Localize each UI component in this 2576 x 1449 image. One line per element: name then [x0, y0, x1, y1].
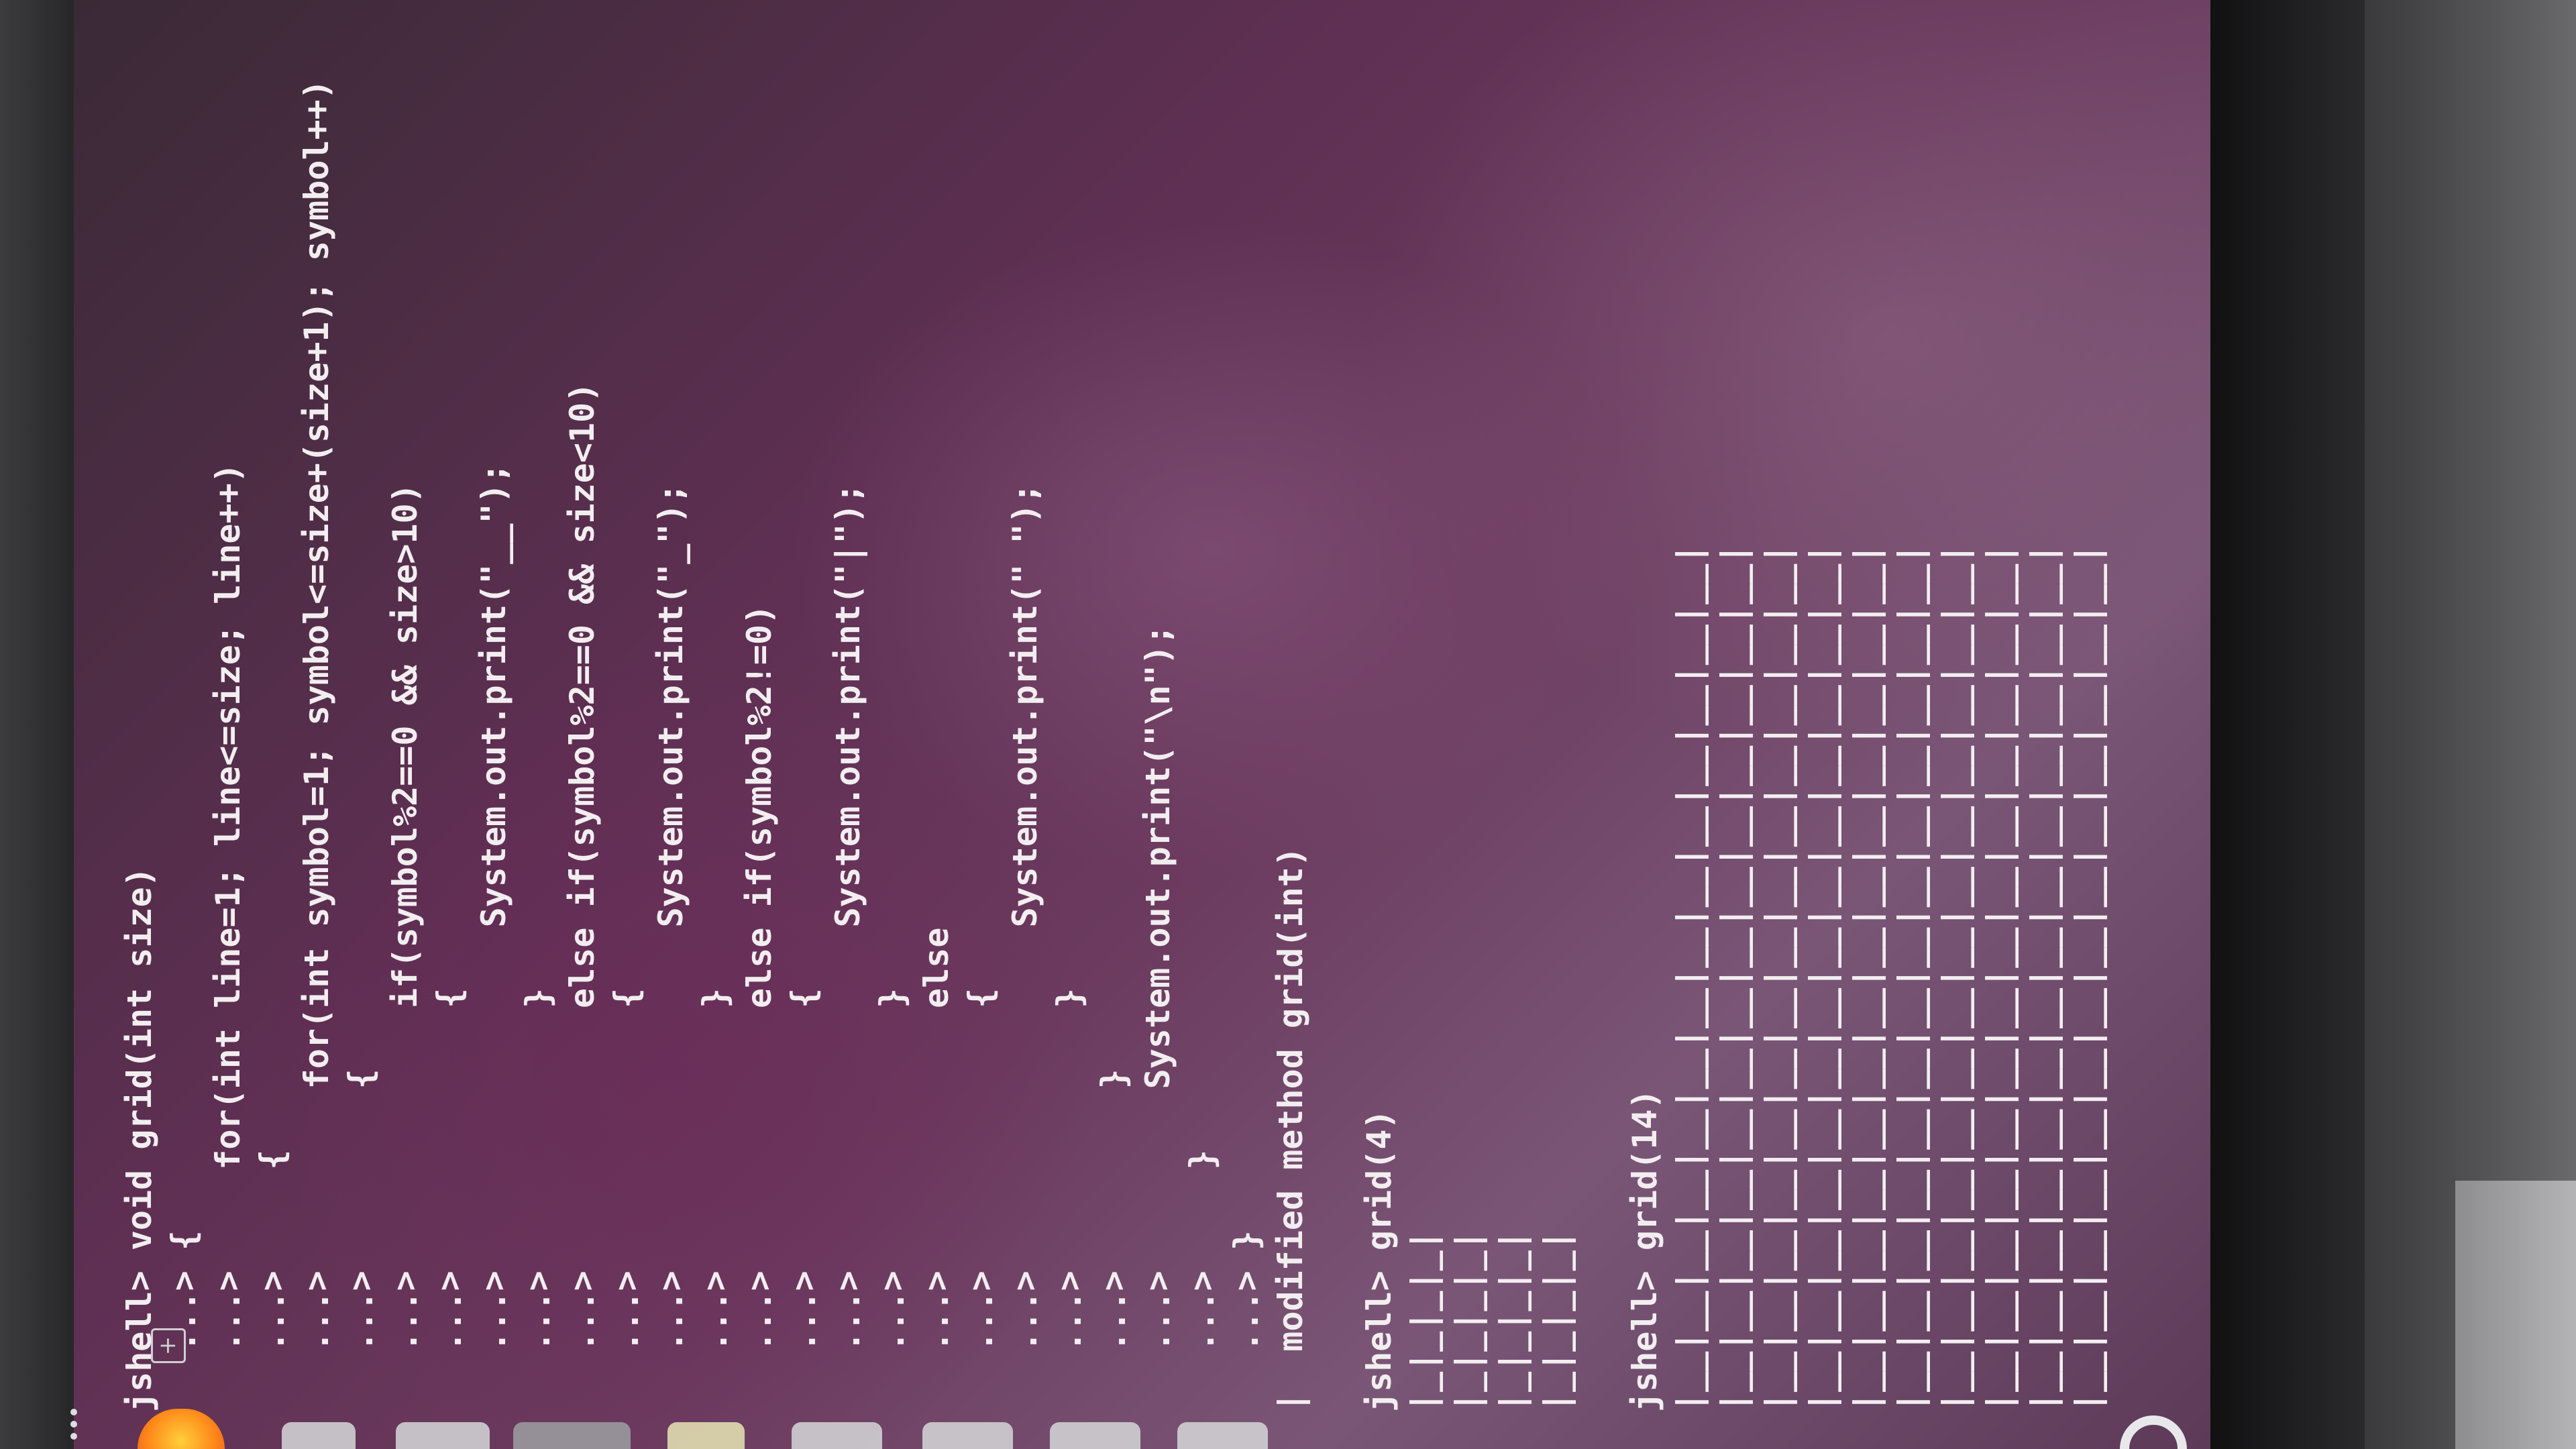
terminal-line: ...> {	[253, 1149, 292, 1412]
terminal-line: ...> System.out.print("|");	[828, 483, 867, 1412]
terminal-line: |__|__|__|__|__|__|__|__|__|__|__|__|__|…	[2068, 543, 2107, 1412]
dock-item[interactable]	[922, 1422, 1013, 1449]
terminal-output[interactable]: jshell> void grid(int size) ...> { ...> …	[117, 30, 2184, 1412]
terminal-line: |__|__|__|__|__|__|__|__|__|__|__|__|__|…	[1935, 543, 1974, 1412]
terminal-line: ...> System.out.print("__");	[474, 463, 513, 1412]
dock-item[interactable]	[1050, 1422, 1140, 1449]
dock-item[interactable]	[667, 1422, 745, 1449]
terminal-line: ...> else	[917, 927, 956, 1412]
dock-item[interactable]	[282, 1422, 356, 1449]
terminal-line: ...> }	[696, 987, 735, 1412]
terminal-line: ...> }	[1050, 987, 1089, 1412]
terminal-line: ...> }	[519, 987, 557, 1412]
terminal-line: |__|__|__|__|__|__|__|__|__|__|__|__|__|…	[1670, 543, 1709, 1412]
terminal-line: ...> System.out.print(" ");	[1006, 483, 1044, 1412]
dock-item[interactable]	[1177, 1422, 1268, 1449]
terminal-line: |_|_|_|_|	[1493, 1230, 1532, 1412]
terminal-line: |__|__|__|__|__|__|__|__|__|__|__|__|__|…	[1714, 543, 1753, 1412]
background-object	[2455, 1181, 2576, 1449]
dock-apps-grid-icon[interactable]	[70, 1409, 80, 1449]
terminal-line: |__|__|__|__|__|__|__|__|__|__|__|__|__|…	[1980, 543, 2019, 1412]
terminal-line: ...> {	[164, 1230, 203, 1412]
terminal-line: ...> }	[1227, 1230, 1266, 1412]
terminal-line: ...> System.out.print("_");	[651, 483, 690, 1412]
terminal-line: ...> }	[1183, 1149, 1222, 1412]
terminal-line: |_|_|_|_|	[1537, 1230, 1576, 1412]
photo-frame: + jshell> void grid(int size) ...> { ...…	[0, 0, 2576, 1449]
terminal-line: |__|__|__|__|__|__|__|__|__|__|__|__|__|…	[1891, 543, 1930, 1412]
terminal-line: |__|__|__|__|__|__|__|__|__|__|__|__|__|…	[1758, 543, 1797, 1412]
terminal-line: |__|__|__|__|__|__|__|__|__|__|__|__|__|…	[2024, 543, 2063, 1412]
terminal-line: jshell> grid(4)	[1360, 1109, 1399, 1412]
terminal-line: | modified method grid(int)	[1271, 847, 1310, 1412]
terminal-line: ...> for(int symbol=1; symbol<=size+(siz…	[297, 79, 336, 1412]
laptop-bezel-right	[2210, 0, 2365, 1449]
terminal-line: ...> {	[784, 987, 823, 1412]
terminal-line: |__|__|__|__|__|__|__|__|__|__|__|__|__|…	[1803, 543, 1841, 1412]
terminal-line: ...> {	[341, 1069, 380, 1412]
terminal-line: ...> {	[430, 987, 469, 1412]
terminal-line: ...> else if(symbol%2==0 && size<10)	[563, 382, 602, 1412]
terminal-line: ...> else if(symbol%2!=0)	[740, 604, 779, 1412]
terminal-line: ...> System.out.print("\n");	[1138, 625, 1177, 1412]
dock-item[interactable]	[792, 1422, 882, 1449]
terminal-line: jshell> void grid(int size)	[120, 867, 159, 1412]
terminal-line: ...> for(int line=1; line<=size; line++)	[209, 463, 248, 1412]
terminal-line: |__|__|__|__|__|__|__|__|__|__|__|__|__|…	[1847, 543, 1886, 1412]
terminal-line: jshell> grid(14)	[1625, 1089, 1664, 1412]
terminal-line: ...> {	[607, 987, 646, 1412]
terminal-line: ...> }	[873, 987, 912, 1412]
terminal-line: |_|_|_|_|	[1404, 1230, 1443, 1412]
terminal-line: ...> }	[1094, 1069, 1133, 1412]
dock-item[interactable]	[396, 1422, 490, 1449]
terminal-line: |_|_|_|_|	[1448, 1230, 1487, 1412]
dock-item-active[interactable]	[513, 1422, 631, 1449]
terminal-line: ...> {	[961, 987, 1000, 1412]
terminal-line: ...> if(symbol%2==0 && size>10)	[386, 483, 425, 1412]
